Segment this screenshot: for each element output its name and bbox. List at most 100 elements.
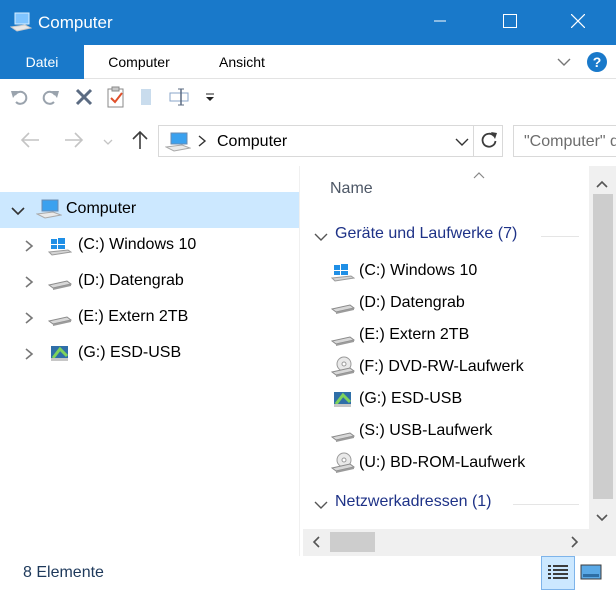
- list-item[interactable]: (F:) DVD-RW-Laufwerk: [303, 352, 589, 384]
- list-item[interactable]: (U:) BD-ROM-Laufwerk: [303, 448, 589, 480]
- redo-button[interactable]: [38, 86, 62, 110]
- group-label: Netzwerkadressen (1): [335, 493, 492, 510]
- nav-item-computer[interactable]: Computer: [0, 192, 299, 228]
- list-item[interactable]: (E:) Extern 2TB: [303, 320, 589, 352]
- vertical-scrollbar[interactable]: [589, 166, 616, 529]
- refresh-button[interactable]: [473, 126, 503, 156]
- list-item[interactable]: (D:) Datengrab: [303, 288, 589, 320]
- list-item-label: (E:) Extern 2TB: [359, 326, 470, 343]
- close-button[interactable]: [555, 0, 601, 45]
- rename-icon: [168, 87, 192, 110]
- up-button[interactable]: [128, 129, 152, 153]
- nav-item-label: Computer: [66, 200, 137, 217]
- ribbon-expand-chevron-icon[interactable]: [556, 54, 572, 73]
- close-icon: [570, 13, 586, 31]
- dropdown-arrow-icon: [204, 91, 216, 106]
- collapsed-chevron-icon[interactable]: [24, 275, 34, 292]
- list-item[interactable]: (G:) ESD-USB: [303, 384, 589, 416]
- address-row: Computer "Computer" durchsuchen: [0, 116, 616, 166]
- nav-item-drive-d[interactable]: (D:) Datengrab: [0, 264, 299, 300]
- group-header-devices[interactable]: Geräte und Laufwerke (7): [303, 220, 589, 250]
- folder-icon: [137, 87, 155, 110]
- hard-drive-icon: [330, 332, 356, 349]
- search-input[interactable]: "Computer" durchsuchen: [513, 125, 616, 157]
- list-item[interactable]: (S:) USB-Laufwerk: [303, 416, 589, 448]
- computer-icon: [35, 199, 63, 222]
- usb-setup-drive-icon: [50, 343, 70, 366]
- group-divider: [513, 504, 579, 505]
- breadcrumb-chevron-icon[interactable]: [197, 134, 207, 151]
- scroll-up-arrow-icon[interactable]: [596, 176, 608, 191]
- redo-icon: [40, 87, 60, 110]
- hard-drive-icon: [330, 428, 356, 445]
- horizontal-scroll-thumb[interactable]: [330, 532, 375, 552]
- nav-item-drive-e[interactable]: (E:) Extern 2TB: [0, 300, 299, 336]
- delete-button[interactable]: [72, 86, 96, 110]
- large-icons-view-button[interactable]: [578, 560, 604, 586]
- large-icons-view-icon: [580, 563, 602, 584]
- breadcrumb-computer[interactable]: Computer: [217, 133, 287, 151]
- vertical-scroll-thumb[interactable]: [593, 194, 613, 499]
- windows-drive-icon: [47, 238, 73, 259]
- title-bar: Computer: [0, 0, 616, 45]
- navigation-pane: Computer (C:) Windows 10 (D:) Datengrab …: [0, 166, 299, 558]
- nav-item-drive-c[interactable]: (C:) Windows 10: [0, 228, 299, 264]
- list-item-label: (D:) Datengrab: [359, 294, 465, 311]
- ribbon-tabs: Datei Computer Ansicht ?: [0, 45, 616, 79]
- scroll-left-arrow-icon[interactable]: [312, 536, 320, 551]
- delete-x-icon: [75, 88, 93, 109]
- scroll-right-arrow-icon[interactable]: [571, 536, 579, 551]
- column-header-name[interactable]: Name: [330, 180, 373, 198]
- scrollbar-corner: [589, 529, 616, 556]
- forward-button[interactable]: [62, 129, 86, 153]
- group-collapse-chevron-icon[interactable]: [314, 498, 328, 513]
- help-icon[interactable]: ?: [586, 51, 608, 76]
- customize-toolbar-button[interactable]: [200, 86, 220, 110]
- rename-button[interactable]: [168, 86, 192, 110]
- back-button[interactable]: [18, 129, 42, 153]
- new-folder-button[interactable]: [134, 86, 158, 110]
- optical-drive-icon: [330, 356, 356, 381]
- computer-icon: [164, 132, 192, 155]
- nav-item-label: (C:) Windows 10: [78, 236, 197, 253]
- refresh-icon: [480, 131, 498, 152]
- quick-access-toolbar: [0, 80, 616, 116]
- hard-drive-icon: [330, 300, 356, 317]
- nav-item-drive-g[interactable]: (G:) ESD-USB: [0, 336, 299, 372]
- address-bar[interactable]: Computer: [158, 125, 503, 157]
- expanded-chevron-icon[interactable]: [11, 204, 25, 219]
- tab-datei[interactable]: Datei: [0, 45, 84, 79]
- details-view-button[interactable]: [541, 556, 575, 590]
- horizontal-scrollbar[interactable]: [303, 529, 589, 556]
- tab-ansicht[interactable]: Ansicht: [194, 45, 290, 79]
- details-view-icon: [547, 563, 569, 584]
- address-history-chevron-icon[interactable]: [455, 135, 469, 150]
- nav-item-label: (D:) Datengrab: [78, 272, 184, 289]
- tab-computer[interactable]: Computer: [84, 45, 194, 79]
- minimize-button[interactable]: [417, 0, 463, 45]
- arrow-left-icon: [20, 131, 40, 151]
- group-divider: [541, 236, 579, 237]
- status-bar: 8 Elemente: [0, 556, 616, 590]
- undo-button[interactable]: [8, 86, 32, 110]
- recent-locations-button[interactable]: [98, 129, 118, 153]
- hard-drive-icon: [47, 276, 73, 293]
- properties-button[interactable]: [104, 86, 128, 110]
- svg-text:?: ?: [593, 54, 602, 70]
- arrow-right-icon: [64, 131, 84, 151]
- minimize-icon: [434, 15, 446, 30]
- list-item[interactable]: (C:) Windows 10: [303, 256, 589, 288]
- group-header-network[interactable]: Netzwerkadressen (1): [303, 488, 589, 518]
- sort-ascending-icon: [473, 167, 485, 182]
- collapsed-chevron-icon[interactable]: [24, 311, 34, 328]
- maximize-button[interactable]: [487, 0, 533, 45]
- collapsed-chevron-icon[interactable]: [24, 239, 34, 256]
- content-pane: Name Geräte und Laufwerke (7) (C:) Windo…: [303, 166, 589, 529]
- scroll-down-arrow-icon[interactable]: [596, 510, 608, 525]
- collapsed-chevron-icon[interactable]: [24, 347, 34, 364]
- search-placeholder: "Computer" durchsuchen: [524, 133, 616, 150]
- nav-item-label: (G:) ESD-USB: [78, 344, 182, 361]
- group-collapse-chevron-icon[interactable]: [314, 230, 328, 245]
- usb-setup-drive-icon: [333, 389, 353, 412]
- item-count: 8 Elemente: [23, 564, 104, 581]
